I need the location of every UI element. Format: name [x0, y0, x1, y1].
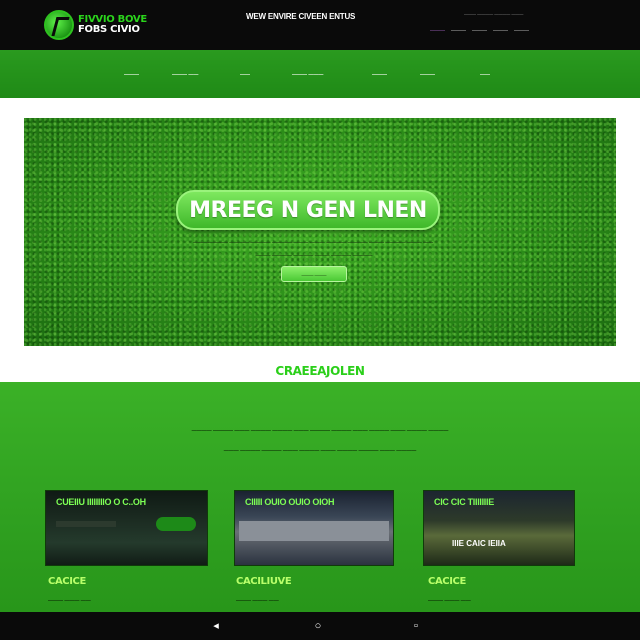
logo-text: FIVVIO BOVE FOBS CIVIO [78, 15, 147, 35]
card-label: CIIIII OUIO OUIO OIOH [245, 497, 335, 507]
site-logo[interactable]: FIVVIO BOVE FOBS CIVIO [44, 10, 147, 40]
top-header: FIVVIO BOVE FOBS CIVIO WEW ENVIRE CIVEEN… [0, 0, 640, 50]
hero-banner [24, 118, 616, 346]
nav-item[interactable]: —— [240, 72, 250, 78]
nav-item[interactable]: —— [480, 72, 490, 78]
section-title: CRAEEAJOLEN [275, 364, 365, 378]
utility-top-text: ——— ———— ———— ——— [464, 11, 524, 16]
card-image[interactable]: CIC CIC TIIIIIIIE IIIE CAIC IEIIA [423, 490, 575, 566]
utility-links: ——— ———— ———— ——— ——— ——— ——— ——— ——— [430, 8, 590, 36]
back-icon[interactable]: ◂ [210, 620, 222, 632]
hero-subtitle: ——————— ———— ———— ———— ——— ——— ———— ————… [192, 240, 434, 246]
hero-cta-button[interactable]: ——— ——— [281, 266, 347, 282]
card-caption-sub: ——— ——— —— [48, 598, 91, 604]
utility-link[interactable]: ——— [430, 28, 445, 34]
nav-item[interactable]: ——— [372, 72, 387, 78]
utility-link[interactable]: ——— [514, 28, 529, 34]
section-text: ——— ———— ———— ——— ———— ——— ———— ———— ———… [223, 448, 417, 454]
utility-link[interactable]: ——— [472, 28, 487, 34]
card-caption[interactable]: CACICE [48, 576, 86, 587]
card-graphic [239, 521, 389, 541]
logo-line-2: FOBS CIVIO [78, 24, 140, 35]
nav-item[interactable]: ——— —— [172, 72, 198, 78]
recents-icon[interactable]: ▫ [410, 620, 422, 632]
home-icon[interactable]: ○ [312, 620, 324, 632]
utility-link[interactable]: ——— [493, 28, 508, 34]
card-image[interactable]: CUEIIU IIIIIIIIO O C..OH [45, 490, 208, 566]
nav-item[interactable]: ——— ——— [292, 72, 323, 78]
nav-item[interactable]: ——— [420, 72, 435, 78]
main-nav: ——— ——— —— —— ——— ——— ——— ——— —— [0, 50, 640, 98]
card-caption-sub: ——— ——— —— [428, 598, 471, 604]
card-graphic [156, 517, 196, 531]
section-text: ———— ———— ——— ———— ———— ——— ———— ———— ——… [191, 428, 449, 434]
logo-icon [44, 10, 74, 40]
card-caption-sub: ——— ——— —— [236, 598, 279, 604]
hero-title-box: MREEG N GEN LNEN [176, 190, 440, 230]
card-label: IIIE CAIC IEIIA [452, 539, 506, 548]
card-caption[interactable]: CACILIUVE [236, 576, 292, 587]
hero-subtitle: ——— ———— ———— ——— ———— ———— [255, 253, 373, 259]
utility-link[interactable]: ——— [451, 28, 466, 34]
card-label: CUEIIU IIIIIIIIO O C..OH [56, 497, 146, 507]
card-image[interactable]: CIIIII OUIO OUIO OIOH [234, 490, 394, 566]
header-tagline: WEW ENVIRE CIVEEN ENTUS [246, 12, 356, 21]
bottom-bar: ◂ ○ ▫ [0, 612, 640, 640]
card-graphic [56, 521, 116, 527]
hero-title: MREEG N GEN LNEN [189, 197, 427, 223]
card-caption[interactable]: CACICE [428, 576, 466, 587]
card-label: CIC CIC TIIIIIIIE [434, 497, 494, 507]
nav-item[interactable]: ——— [124, 72, 139, 78]
